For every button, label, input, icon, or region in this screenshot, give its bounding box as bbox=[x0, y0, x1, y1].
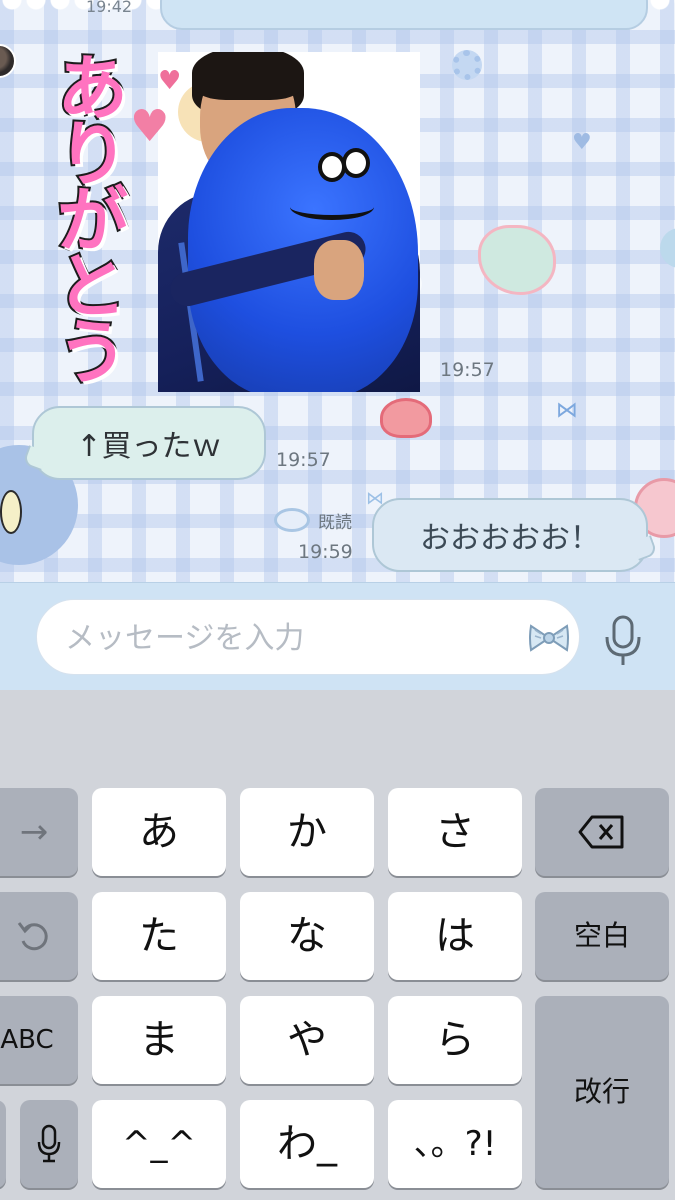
next-candidate-arrow-key[interactable]: → bbox=[0, 788, 78, 876]
heart-icon: ♥ bbox=[130, 101, 170, 152]
key-ha[interactable]: は bbox=[388, 892, 522, 980]
undo-icon bbox=[17, 922, 48, 951]
key-ya[interactable]: や bbox=[240, 996, 374, 1084]
outgoing-message-text: おおおおお！ bbox=[420, 521, 600, 556]
return-key[interactable]: 改行 bbox=[535, 996, 669, 1188]
punctuation-key[interactable]: 、。?! bbox=[388, 1100, 522, 1188]
background-character-decoration bbox=[660, 228, 675, 268]
sticker-time: 19:57 bbox=[440, 359, 495, 381]
ribbon-sticker-icon[interactable] bbox=[527, 620, 571, 656]
chat-area[interactable]: 19:42 ♥ ⋈ ありがとう ♥ ♥ 19:57 ↑買ったｗ 19:57 既読… bbox=[0, 0, 675, 582]
bubble-bow-icon: ⋈ bbox=[366, 488, 384, 509]
microphone-icon[interactable] bbox=[600, 613, 646, 669]
emoticon-key[interactable]: ^_^ bbox=[92, 1100, 226, 1188]
dictation-key[interactable] bbox=[20, 1100, 78, 1188]
background-crab-decoration bbox=[380, 398, 432, 438]
background-heart-icon: ♥ bbox=[572, 130, 592, 155]
message-input[interactable] bbox=[65, 614, 505, 662]
background-flower-decoration bbox=[452, 50, 482, 80]
key-ra[interactable]: ら bbox=[388, 996, 522, 1084]
incoming-message-time: 19:57 bbox=[276, 449, 331, 471]
incoming-message-bubble[interactable]: ↑買ったｗ bbox=[32, 406, 266, 480]
plush-mouth bbox=[290, 194, 374, 220]
background-character-decoration bbox=[478, 225, 556, 295]
globe-key[interactable] bbox=[0, 1100, 6, 1188]
abc-key[interactable]: ABC bbox=[0, 996, 78, 1084]
read-receipt: 既読 bbox=[318, 513, 352, 533]
key-a[interactable]: あ bbox=[92, 788, 226, 876]
sticker-photo bbox=[158, 52, 420, 392]
message-input-bar bbox=[0, 582, 675, 690]
delete-key[interactable] bbox=[535, 788, 669, 876]
outgoing-message-time: 19:59 bbox=[298, 541, 353, 563]
key-na[interactable]: な bbox=[240, 892, 374, 980]
key-sa[interactable]: さ bbox=[388, 788, 522, 876]
background-bow-icon: ⋈ bbox=[556, 398, 578, 423]
heart-icon: ♥ bbox=[158, 66, 182, 96]
key-wa[interactable]: わ_ bbox=[240, 1100, 374, 1188]
backspace-icon bbox=[578, 815, 624, 849]
key-ka[interactable]: か bbox=[240, 788, 374, 876]
key-ma[interactable]: ま bbox=[92, 996, 226, 1084]
incoming-message-text: ↑買ったｗ bbox=[76, 429, 222, 464]
sticker-caption: ありがとう bbox=[42, 48, 130, 382]
message-input-container[interactable] bbox=[36, 599, 580, 675]
microphone-icon bbox=[37, 1124, 61, 1163]
key-ta[interactable]: た bbox=[92, 892, 226, 980]
plush-eye bbox=[342, 148, 370, 178]
space-key[interactable]: 空白 bbox=[535, 892, 669, 980]
background-swirl-decoration bbox=[274, 508, 310, 532]
sticker-message[interactable]: ありがとう ♥ ♥ bbox=[0, 0, 440, 400]
background-character-eye bbox=[0, 490, 22, 534]
keyboard: → あ か さ た な は 空白 ABC ま や ら 改行 ^_^ わ_ 、。?… bbox=[0, 690, 675, 1200]
player-hand bbox=[314, 240, 364, 300]
outgoing-message-bubble[interactable]: ⋈ おおおおお！ bbox=[366, 490, 648, 572]
undo-key[interactable] bbox=[0, 892, 78, 980]
